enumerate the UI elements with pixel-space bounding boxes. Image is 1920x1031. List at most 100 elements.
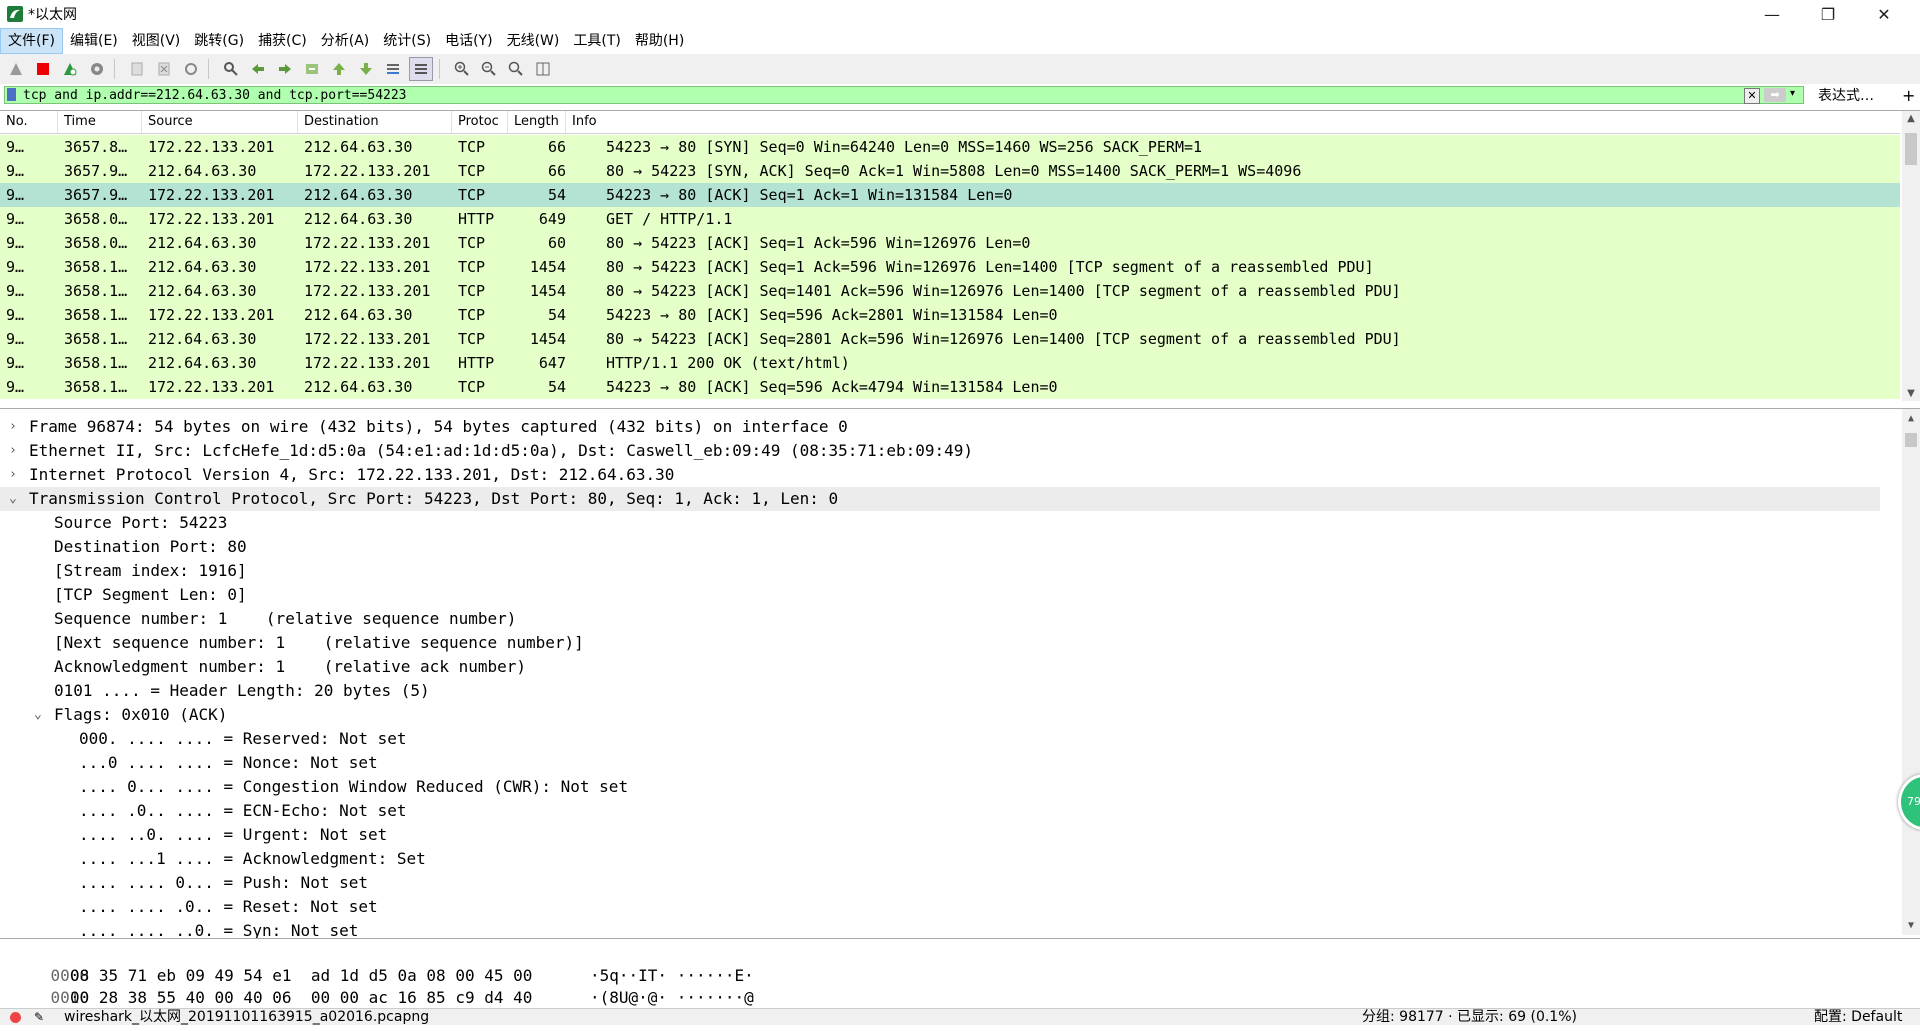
zoom-out-icon[interactable] bbox=[478, 58, 500, 80]
filter-expression-button[interactable]: 表达式… bbox=[1818, 86, 1874, 106]
bytes-ascii[interactable]: ·5q··IT· ······E· bbox=[590, 965, 754, 987]
restart-capture-icon[interactable] bbox=[59, 58, 81, 80]
chevron-down-icon[interactable]: ▾ bbox=[1790, 88, 1795, 99]
resize-columns-icon[interactable] bbox=[532, 58, 554, 80]
detail-tree-item[interactable]: Source Port: 54223 bbox=[0, 511, 1880, 535]
menu-tools[interactable]: 工具(T) bbox=[566, 29, 627, 53]
cell-destination: 212.64.63.30 bbox=[304, 306, 413, 324]
display-filter-input[interactable]: tcp and ip.addr==212.64.63.30 and tcp.po… bbox=[4, 86, 1804, 104]
scrollbar-thumb[interactable] bbox=[1905, 133, 1917, 165]
expert-info-icon[interactable] bbox=[10, 1012, 21, 1023]
restore-icon[interactable]: ❐ bbox=[1800, 0, 1856, 28]
bytes-hex[interactable]: 00 28 38 55 40 00 40 06 00 00 ac 16 85 c… bbox=[70, 987, 532, 1009]
packet-row[interactable]: 9… 3658.0… 172.22.133.201 212.64.63.30 HTTP 6… bbox=[0, 207, 1900, 231]
scroll-down-icon[interactable]: ▼ bbox=[1902, 388, 1920, 399]
scroll-up-icon[interactable]: ▲ bbox=[1902, 413, 1920, 424]
normal-size-icon[interactable] bbox=[505, 58, 527, 80]
last-packet-icon[interactable] bbox=[355, 58, 377, 80]
detail-tree-item[interactable]: › Frame 96874: 54 bytes on wire (432 bits… bbox=[0, 415, 1880, 439]
detail-tree-item[interactable]: [Stream index: 1916] bbox=[0, 559, 1880, 583]
detail-tree-item[interactable]: .... .... 0... = Push: Not set bbox=[0, 871, 1880, 895]
zoom-in-icon[interactable] bbox=[451, 58, 473, 80]
menu-telephony[interactable]: 电话(Y) bbox=[438, 29, 499, 53]
packet-row[interactable]: 9… 3658.1… 212.64.63.30 172.22.133.201 TCP 14… bbox=[0, 279, 1900, 303]
detail-tree-item[interactable]: › Internet Protocol Version 4, Src: 172.2… bbox=[0, 463, 1880, 487]
edit-comment-icon[interactable]: ✎ bbox=[34, 1009, 44, 1025]
add-filter-button[interactable]: + bbox=[1902, 86, 1915, 106]
menu-statistics[interactable]: 统计(S) bbox=[376, 29, 438, 53]
column-header-length[interactable]: Length bbox=[508, 111, 566, 133]
detail-tree-item[interactable]: 0101 .... = Header Length: 20 bytes (5) bbox=[0, 679, 1880, 703]
detail-tree-item[interactable]: .... ..0. .... = Urgent: Not set bbox=[0, 823, 1880, 847]
close-file-icon[interactable] bbox=[153, 58, 175, 80]
details-scrollbar[interactable]: ▲ ▼ bbox=[1902, 409, 1920, 935]
column-header-no[interactable]: No. bbox=[0, 111, 58, 133]
scroll-down-icon[interactable]: ▼ bbox=[1902, 920, 1920, 931]
bytes-hex[interactable]: 08 35 71 eb 09 49 54 e1 ad 1d d5 0a 08 0… bbox=[70, 965, 532, 987]
menu-file[interactable]: 文件(F) bbox=[0, 28, 63, 54]
close-icon[interactable]: ✕ bbox=[1856, 0, 1912, 28]
packet-row[interactable]: 9… 3658.1… 212.64.63.30 172.22.133.201 HTTP 6… bbox=[0, 351, 1900, 375]
column-header-info[interactable]: Info bbox=[566, 111, 1900, 133]
back-icon[interactable] bbox=[247, 58, 269, 80]
scroll-up-icon[interactable]: ▲ bbox=[1902, 113, 1920, 124]
menu-help[interactable]: 帮助(H) bbox=[628, 29, 691, 53]
scrollbar-thumb[interactable] bbox=[1905, 433, 1917, 447]
menu-wireless[interactable]: 无线(W) bbox=[500, 29, 567, 53]
detail-tree-item[interactable]: ⌄ Transmission Control Protocol, Src Port… bbox=[0, 487, 1880, 511]
column-header-protocol[interactable]: Protoc bbox=[452, 111, 508, 133]
chevron-down-icon[interactable]: ⌄ bbox=[9, 487, 17, 511]
apply-filter-icon[interactable]: ➡ bbox=[1764, 88, 1786, 102]
find-icon[interactable] bbox=[220, 58, 242, 80]
colorize-icon[interactable] bbox=[409, 57, 433, 81]
detail-tree-item[interactable]: ⌄ Flags: 0x010 (ACK) bbox=[0, 703, 1880, 727]
detail-tree-item[interactable]: [Next sequence number: 1 (relative seque… bbox=[0, 631, 1880, 655]
detail-tree-item[interactable]: Destination Port: 80 bbox=[0, 535, 1880, 559]
column-header-destination[interactable]: Destination bbox=[298, 111, 452, 133]
bookmark-icon[interactable] bbox=[7, 88, 16, 101]
open-file-icon[interactable] bbox=[126, 58, 148, 80]
first-packet-icon[interactable] bbox=[328, 58, 350, 80]
detail-tree-item[interactable]: ...0 .... .... = Nonce: Not set bbox=[0, 751, 1880, 775]
detail-tree-item[interactable]: .... .0.. .... = ECN-Echo: Not set bbox=[0, 799, 1880, 823]
menu-go[interactable]: 跳转(G) bbox=[187, 29, 251, 53]
detail-tree-item[interactable]: .... ...1 .... = Acknowledgment: Set bbox=[0, 847, 1880, 871]
detail-tree-item[interactable]: .... .... .0.. = Reset: Not set bbox=[0, 895, 1880, 919]
chevron-right-icon[interactable]: › bbox=[9, 463, 17, 487]
go-to-packet-icon[interactable] bbox=[301, 58, 323, 80]
column-header-source[interactable]: Source bbox=[142, 111, 298, 133]
packet-row[interactable]: 9… 3658.1… 172.22.133.201 212.64.63.30 TCP 54… bbox=[0, 375, 1900, 399]
menu-capture[interactable]: 捕获(C) bbox=[251, 29, 314, 53]
menu-view[interactable]: 视图(V) bbox=[125, 29, 188, 53]
chevron-right-icon[interactable]: › bbox=[9, 439, 17, 463]
menu-edit[interactable]: 编辑(E) bbox=[63, 29, 125, 53]
chevron-right-icon[interactable]: › bbox=[9, 415, 17, 439]
detail-tree-item[interactable]: Sequence number: 1 (relative sequence nu… bbox=[0, 607, 1880, 631]
detail-tree-item[interactable]: .... 0... .... = Congestion Window Reduc… bbox=[0, 775, 1880, 799]
forward-icon[interactable] bbox=[274, 58, 296, 80]
packet-row[interactable]: 9… 3657.8… 172.22.133.201 212.64.63.30 TCP 66… bbox=[0, 135, 1900, 159]
packet-row[interactable]: 9… 3658.1… 212.64.63.30 172.22.133.201 TCP 14… bbox=[0, 255, 1900, 279]
minimize-icon[interactable]: — bbox=[1744, 0, 1800, 28]
menu-analyze[interactable]: 分析(A) bbox=[314, 29, 377, 53]
auto-scroll-icon[interactable] bbox=[382, 58, 404, 80]
detail-tree-item[interactable]: Acknowledgment number: 1 (relative ack n… bbox=[0, 655, 1880, 679]
packet-row[interactable]: 9… 3658.1… 212.64.63.30 172.22.133.201 TCP 14… bbox=[0, 327, 1900, 351]
chevron-down-icon[interactable]: ⌄ bbox=[34, 703, 42, 727]
clear-filter-icon[interactable]: ✕ bbox=[1744, 88, 1760, 104]
stop-capture-icon[interactable] bbox=[32, 58, 54, 80]
detail-tree-item[interactable]: › Ethernet II, Src: LcfcHefe_1d:d5:0a (54… bbox=[0, 439, 1880, 463]
packet-list-scrollbar[interactable]: ▲ ▼ bbox=[1902, 111, 1920, 401]
packet-row[interactable]: 9… 3658.0… 212.64.63.30 172.22.133.201 TCP 60… bbox=[0, 231, 1900, 255]
shark-fin-start-icon[interactable] bbox=[5, 58, 27, 80]
packet-row[interactable]: 9… 3658.1… 172.22.133.201 212.64.63.30 TCP 54… bbox=[0, 303, 1900, 327]
packet-row[interactable]: 9… 3657.9… 172.22.133.201 212.64.63.30 TCP 54… bbox=[0, 183, 1900, 207]
profile-status[interactable]: 配置: Default bbox=[1814, 1009, 1902, 1025]
column-header-time[interactable]: Time bbox=[58, 111, 142, 133]
bytes-ascii[interactable]: ·(8U@·@· ·······@ bbox=[590, 987, 754, 1009]
detail-tree-item[interactable]: 000. .... .... = Reserved: Not set bbox=[0, 727, 1880, 751]
capture-options-icon[interactable] bbox=[86, 58, 108, 80]
packet-row[interactable]: 9… 3657.9… 212.64.63.30 172.22.133.201 TCP 66… bbox=[0, 159, 1900, 183]
detail-tree-item[interactable]: [TCP Segment Len: 0] bbox=[0, 583, 1880, 607]
reload-icon[interactable] bbox=[180, 58, 202, 80]
